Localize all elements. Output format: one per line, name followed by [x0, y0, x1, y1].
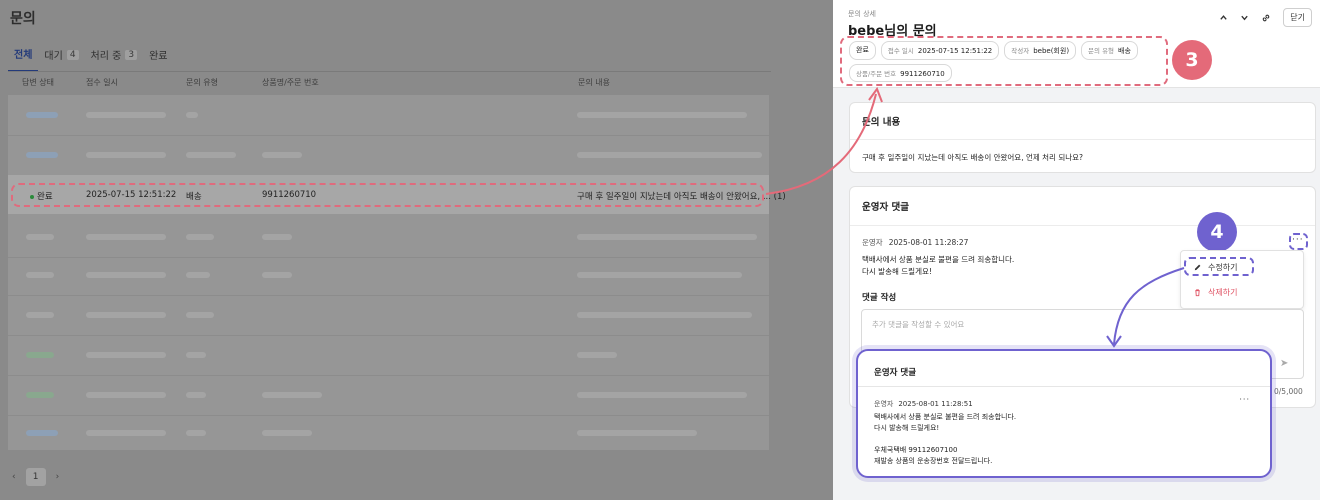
preview-title: 운영자 댓글	[874, 368, 917, 378]
tab-label: 처리 중	[90, 51, 122, 62]
preview-line: 택배사에서 상품 분실로 불편을 드려 죄송합니다.	[874, 413, 1017, 421]
comment-meta: 운영자 2025-08-01 11:28:27	[862, 237, 1014, 248]
column-header: 답변 상태	[22, 78, 54, 87]
pagination: ‹ 1 ›	[12, 468, 59, 486]
preview-line: 재발송 상품의 운송장번호 전달드립니다.	[874, 457, 993, 465]
more-dashed-frame	[1289, 233, 1308, 250]
comments-card-title: 운영자 댓글	[850, 187, 1315, 226]
preview-meta: 운영자 2025-08-01 11:28:51	[874, 399, 973, 409]
detail-toolbar: 닫기	[1219, 8, 1320, 27]
tab-done[interactable]: 완료	[143, 44, 173, 72]
chips-dashed-frame	[840, 36, 1168, 86]
tab-label: 완료	[149, 51, 168, 62]
page-button[interactable]: 1	[25, 468, 46, 486]
edit-dashed-frame	[1184, 257, 1254, 276]
comment-item: 운영자 2025-08-01 11:28:27 택배사에서 상품 분실로 불편을 …	[862, 237, 1014, 278]
highlight-dashed-frame	[11, 183, 764, 207]
comment-line: 다시 발송해 드릴게요!	[862, 267, 932, 276]
preview-body: 택배사에서 상품 분실로 불편을 드려 죄송합니다. 다시 발송해 드릴게요! …	[874, 412, 1016, 467]
char-counter: 0/5,000	[1274, 387, 1303, 396]
divider	[8, 71, 771, 72]
inquiry-card-title: 문의 내용	[850, 103, 1315, 140]
tab-waiting[interactable]: 대기 4	[38, 44, 84, 72]
more-options-icon[interactable]: ···	[1239, 395, 1250, 404]
chevron-up-icon[interactable]	[1219, 13, 1228, 22]
preview-author: 운영자	[874, 400, 894, 408]
breadcrumb: 문의 상세	[848, 10, 876, 18]
preview-time: 2025-08-01 11:28:51	[898, 400, 973, 408]
close-button[interactable]: 닫기	[1283, 8, 1312, 27]
inquiry-text: 구매 후 일주일이 지났는데 아직도 배송이 안왔어요, 언제 처리 되나요?	[862, 153, 1084, 162]
inquiry-list-page: 문의 전체 대기 4 처리 중3 완료 답변 상태 접수 일시 문의 유형 상품명…	[0, 0, 833, 500]
step-badge-3: 3	[1172, 40, 1212, 80]
column-header: 접수 일시	[86, 78, 118, 87]
edited-comment-preview: 운영자 댓글 ··· 운영자 2025-08-01 11:28:51 택배사에서 …	[856, 349, 1272, 478]
comment-author: 운영자	[862, 238, 883, 247]
reply-label: 댓글 작성	[862, 293, 897, 303]
tab-all[interactable]: 전체	[8, 44, 39, 72]
comment-time: 2025-08-01 11:28:27	[888, 238, 969, 247]
comment-line: 택배사에서 상품 분실로 불편을 드려 죄송합니다.	[862, 255, 1015, 264]
column-header: 상품명/주문 번호	[262, 78, 319, 87]
prev-page-icon[interactable]: ‹	[12, 472, 16, 482]
next-page-icon[interactable]: ›	[56, 472, 60, 482]
table-header: 답변 상태 접수 일시 문의 유형 상품명/주문 번호 문의 내용	[8, 75, 769, 91]
delete-label: 삭제하기	[1208, 288, 1238, 297]
column-header: 문의 유형	[186, 78, 218, 87]
chevron-down-icon[interactable]	[1240, 13, 1249, 22]
column-header: 문의 내용	[578, 78, 610, 87]
tab-count: 3	[125, 49, 138, 60]
tab-in-progress[interactable]: 처리 중3	[85, 44, 144, 72]
trash-icon	[1195, 289, 1200, 297]
delete-menu-item[interactable]: 삭제하기	[1193, 287, 1237, 298]
status-tabs: 전체 대기 4 처리 중3 완료	[8, 44, 173, 72]
link-icon[interactable]	[1261, 13, 1271, 23]
reply-count: (1)	[773, 192, 786, 202]
tab-label: 전체	[14, 50, 33, 61]
preview-line: 다시 발송해 드릴게요!	[874, 424, 940, 432]
inquiry-card: 문의 내용 구매 후 일주일이 지났는데 아직도 배송이 안왔어요, 언제 처리…	[849, 102, 1316, 173]
page-title: 문의	[10, 11, 36, 27]
divider	[858, 386, 1270, 387]
send-icon[interactable]: ➤	[1280, 358, 1288, 369]
preview-line: 우체국택배 99112607100	[874, 446, 958, 454]
tab-label: 대기	[44, 51, 63, 62]
step-badge-4: 4	[1197, 212, 1237, 252]
tab-count: 4	[66, 49, 79, 60]
